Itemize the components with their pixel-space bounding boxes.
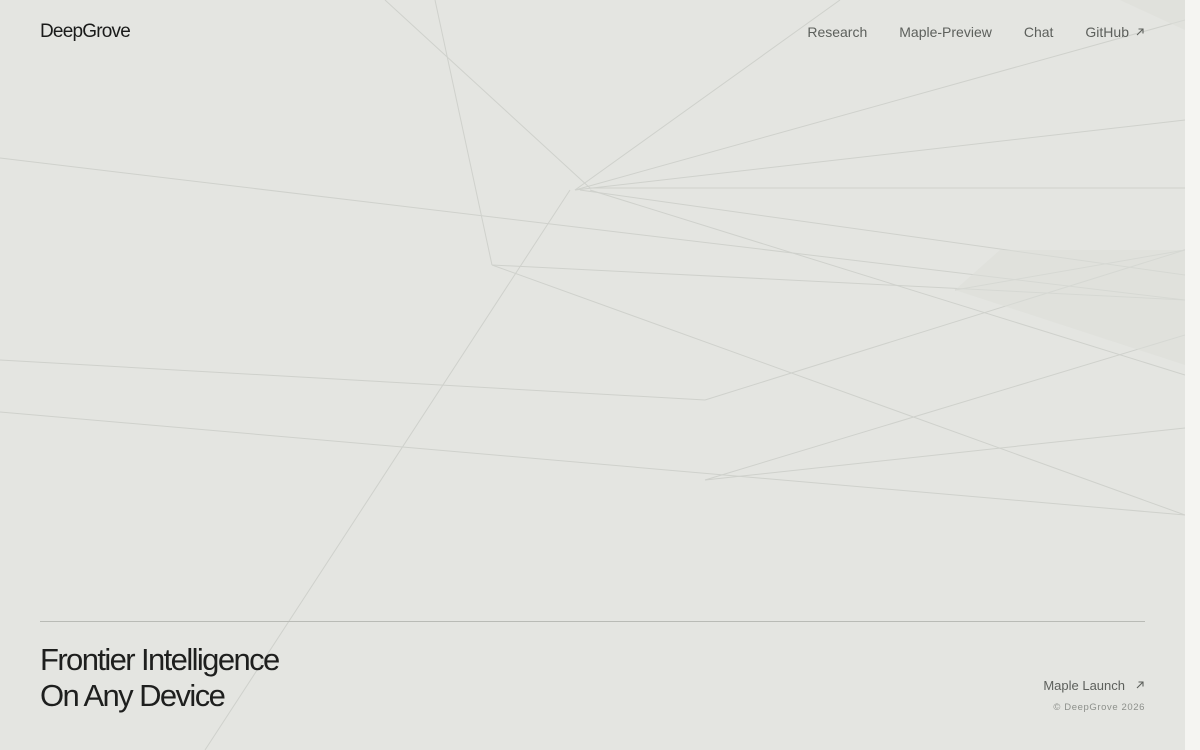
nav-link-maple-preview[interactable]: Maple-Preview <box>899 24 992 40</box>
arrow-up-right-icon <box>1136 28 1144 36</box>
hero-tagline-line-1: Frontier Intelligence <box>40 642 280 677</box>
nav-link-chat[interactable]: Chat <box>1024 24 1054 40</box>
maple-launch-link[interactable]: Maple Launch <box>1043 675 1145 695</box>
nav-link-label: GitHub <box>1085 24 1129 40</box>
nav-link-label: Research <box>807 24 868 40</box>
nav-link-label: Maple-Preview <box>899 24 992 40</box>
hero-tagline-line-2: On Any Device <box>40 678 226 713</box>
page: DeepGrove Research Maple-Preview Chat Gi… <box>0 0 1185 750</box>
footer-right: Maple Launch © DeepGrove 2026 <box>1043 675 1145 714</box>
nav-link-research[interactable]: Research <box>807 24 867 40</box>
top-nav: Research Maple-Preview Chat GitHub <box>807 24 1145 40</box>
background-geometric-lines <box>0 0 1185 750</box>
maple-launch-label: Maple Launch <box>1043 677 1125 693</box>
copyright-text: © DeepGrove 2026 <box>1053 702 1145 713</box>
brand-logo[interactable]: DeepGrove <box>40 21 131 43</box>
hero-tagline: Frontier Intelligence On Any Device <box>40 642 280 714</box>
nav-link-github[interactable]: GitHub <box>1085 24 1145 40</box>
footer-divider <box>40 621 1145 622</box>
arrow-up-right-icon <box>1136 681 1144 689</box>
nav-link-label: Chat <box>1023 24 1054 40</box>
top-header: DeepGrove Research Maple-Preview Chat Gi… <box>40 18 1145 46</box>
page-scrollbar[interactable] <box>1185 0 1200 750</box>
